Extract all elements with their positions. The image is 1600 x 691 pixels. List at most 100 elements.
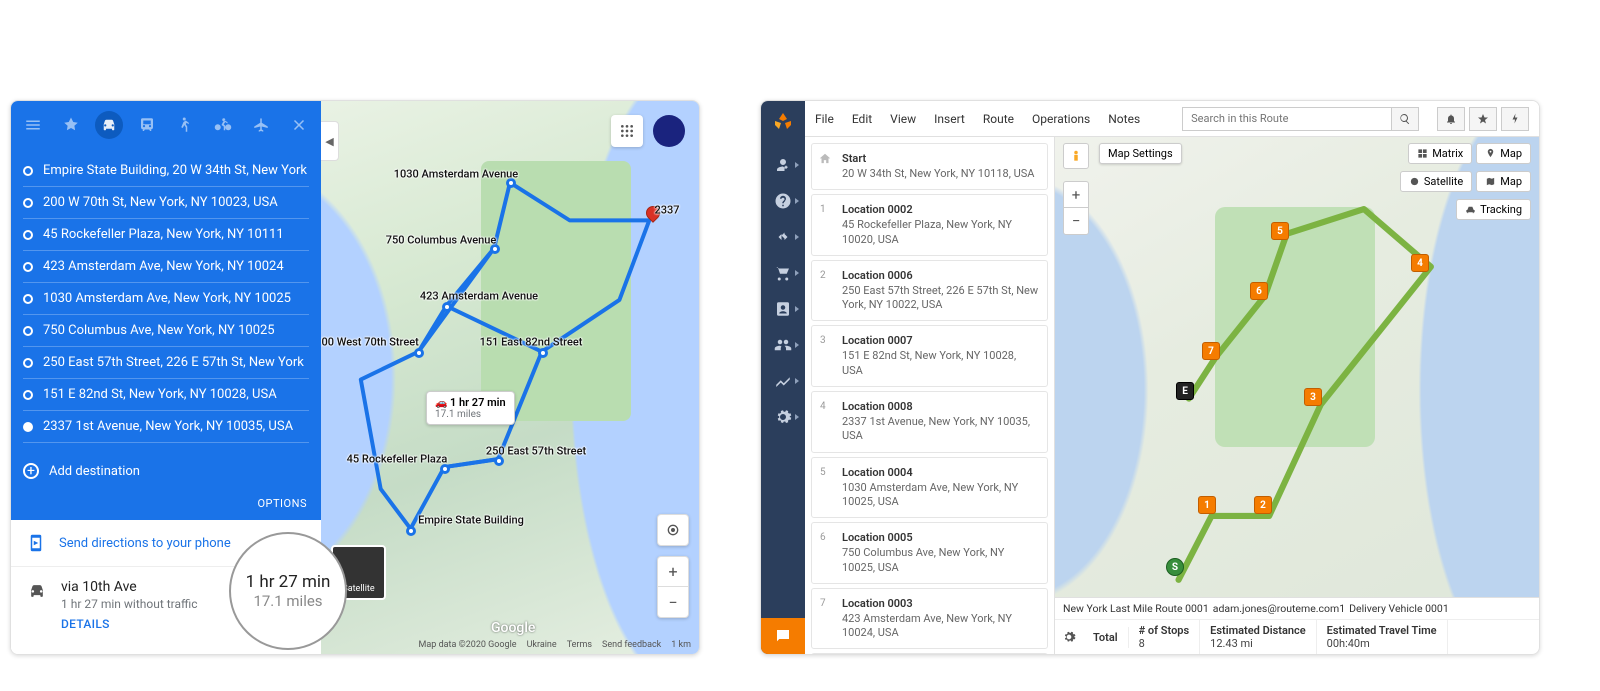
zoom-in-button[interactable]: +	[658, 557, 688, 587]
stop-card[interactable]: 3Location 0007151 E 82nd St, New York, N…	[811, 325, 1048, 387]
close-icon[interactable]	[285, 111, 313, 139]
stop-card[interactable]: 1Location 000245 Rockefeller Plaza, New …	[811, 194, 1048, 256]
stops-list[interactable]: Start20 W 34th St, New York, NY 10118, U…	[805, 137, 1055, 654]
matrix-view-button[interactable]: Matrix	[1408, 143, 1472, 164]
map-view-button[interactable]: Map	[1476, 143, 1531, 164]
route-marker[interactable]: 6	[1250, 282, 1268, 300]
route-marker[interactable]: 2	[1254, 496, 1272, 514]
rail-cart-icon[interactable]	[765, 257, 801, 289]
tracking-button[interactable]: Tracking	[1456, 199, 1531, 220]
map-label: Empire State Building	[418, 513, 524, 526]
route-waypoint[interactable]	[440, 464, 450, 474]
map-label: 750 Columbus Avenue	[386, 233, 497, 246]
zoom-in-button[interactable]: +	[1064, 182, 1088, 208]
zoom-out-button[interactable]: −	[658, 587, 688, 617]
route-marker[interactable]: 1	[1198, 496, 1216, 514]
rail-chat-icon[interactable]	[761, 618, 805, 654]
map-label: 151 East 82nd Street	[480, 335, 583, 348]
route-details-button[interactable]: DETAILS	[61, 617, 198, 631]
stop-card[interactable]: 2Location 0006250 East 57th Street, 226 …	[811, 260, 1048, 322]
time-distance-callout: 1 hr 27 min 17.1 miles	[229, 532, 347, 650]
add-destination-button[interactable]: +Add destination	[11, 451, 321, 487]
menu-edit[interactable]: Edit	[852, 112, 872, 126]
menu-file[interactable]: File	[815, 112, 834, 126]
route-marker[interactable]: 4	[1411, 254, 1429, 272]
menu-view[interactable]: View	[890, 112, 916, 126]
recenter-button[interactable]	[657, 514, 689, 546]
top-menu-bar: File Edit View Insert Route Operations Notes	[805, 101, 1539, 137]
menu-insert[interactable]: Insert	[934, 112, 965, 126]
stop-input[interactable]: 750 Columbus Ave, New York, NY 10025	[23, 315, 309, 347]
stop-card[interactable]: Location 0001200 W 70th St, New York, NY…	[811, 653, 1048, 654]
route-waypoint[interactable]	[494, 456, 504, 466]
route-marker[interactable]: 3	[1304, 388, 1322, 406]
rail-routes-icon[interactable]	[765, 221, 801, 253]
add-destination-label: Add destination	[49, 464, 140, 479]
best-mode-icon[interactable]	[57, 111, 85, 139]
car-icon	[27, 581, 47, 601]
zoom-out-button[interactable]: −	[1064, 208, 1088, 234]
footer-settings-icon[interactable]	[1055, 630, 1083, 644]
map-label: 423 Amsterdam Avenue	[420, 289, 538, 302]
google-logo: Google	[491, 620, 535, 636]
search-button[interactable]	[1391, 107, 1419, 131]
rail-team-icon[interactable]	[765, 329, 801, 361]
rail-settings-icon[interactable]	[765, 401, 801, 433]
stop-card[interactable]: Start20 W 34th St, New York, NY 10118, U…	[811, 143, 1048, 190]
rail-addressbook-icon[interactable]	[765, 293, 801, 325]
satellite-view-button[interactable]: Satellite	[1400, 171, 1472, 192]
map-settings-button[interactable]: Map Settings	[1099, 143, 1182, 164]
favorite-icon[interactable]	[1469, 107, 1497, 131]
route-waypoint[interactable]	[414, 348, 424, 358]
footer-total-label: Total	[1083, 627, 1129, 648]
route-traffic-note: 1 hr 27 min without traffic	[61, 597, 198, 611]
stop-card[interactable]: 6Location 0005750 Columbus Ave, New York…	[811, 522, 1048, 584]
app-logo-icon[interactable]	[767, 107, 799, 139]
apps-icon[interactable]	[611, 115, 643, 147]
map-label: 250 East 57th Street	[486, 444, 586, 457]
bike-mode-icon[interactable]	[209, 111, 237, 139]
stop-input[interactable]: 1030 Amsterdam Ave, New York, NY 10025	[23, 283, 309, 315]
route-marker[interactable]: E	[1176, 382, 1194, 400]
rail-add-user-icon[interactable]	[765, 149, 801, 181]
stop-input[interactable]: 151 E 82nd St, New York, NY 10028, USA	[23, 379, 309, 411]
flash-icon[interactable]	[1501, 107, 1529, 131]
stop-input[interactable]: 423 Amsterdam Ave, New York, NY 10024	[23, 251, 309, 283]
menu-notes[interactable]: Notes	[1108, 112, 1140, 126]
flight-mode-icon[interactable]	[247, 111, 275, 139]
route-waypoint[interactable]	[406, 526, 416, 536]
map-attribution: Map data ©2020 GoogleUkraineTermsSend fe…	[419, 640, 691, 650]
stop-input[interactable]: 250 East 57th Street, 226 E 57th St, New…	[23, 347, 309, 379]
notifications-icon[interactable]	[1437, 107, 1465, 131]
route-marker[interactable]: S	[1166, 558, 1184, 576]
stop-input[interactable]: 2337 1st Avenue, New York, NY 10035, USA	[23, 411, 309, 443]
rail-analytics-icon[interactable]	[765, 365, 801, 397]
route-map[interactable]: S 1 2 3 4 5 6 7 E Map Settings + − Matrix Map Sa…	[1055, 137, 1539, 597]
search-input[interactable]	[1182, 107, 1391, 131]
pegman-icon[interactable]	[1063, 143, 1089, 169]
stop-card[interactable]: 7Location 0003423 Amsterdam Ave, New Yor…	[811, 588, 1048, 650]
stop-input[interactable]: 45 Rockefeller Plaza, New York, NY 10111	[23, 219, 309, 251]
map-type-button[interactable]: Map	[1476, 171, 1531, 192]
map-canvas[interactable]: 1030 Amsterdam Avenue750 Columbus Avenue…	[321, 101, 699, 654]
stop-card[interactable]: 5Location 00041030 Amsterdam Ave, New Yo…	[811, 457, 1048, 519]
transit-mode-icon[interactable]	[133, 111, 161, 139]
stop-input[interactable]: 200 W 70th St, New York, NY 10023, USA	[23, 187, 309, 219]
collapse-panel-button[interactable]: ◀	[321, 121, 339, 161]
directions-stops-list: Empire State Building, 20 W 34th St, New…	[11, 149, 321, 451]
stop-input[interactable]: Empire State Building, 20 W 34th St, New…	[23, 155, 309, 187]
options-button[interactable]: OPTIONS	[11, 487, 321, 520]
menu-operations[interactable]: Operations	[1032, 112, 1090, 126]
menu-route[interactable]: Route	[983, 112, 1014, 126]
route-waypoint[interactable]	[538, 348, 548, 358]
stop-card[interactable]: 4Location 00082337 1st Avenue, New York,…	[811, 391, 1048, 453]
menu-icon[interactable]	[19, 111, 47, 139]
walk-mode-icon[interactable]	[171, 111, 199, 139]
drive-mode-icon[interactable]	[95, 111, 123, 139]
route-waypoint[interactable]	[442, 302, 452, 312]
account-avatar[interactable]	[653, 115, 685, 147]
route-marker[interactable]: 7	[1202, 342, 1220, 360]
route-marker[interactable]: 5	[1271, 222, 1289, 240]
rail-help-icon[interactable]	[765, 185, 801, 217]
app-rail	[761, 101, 805, 654]
